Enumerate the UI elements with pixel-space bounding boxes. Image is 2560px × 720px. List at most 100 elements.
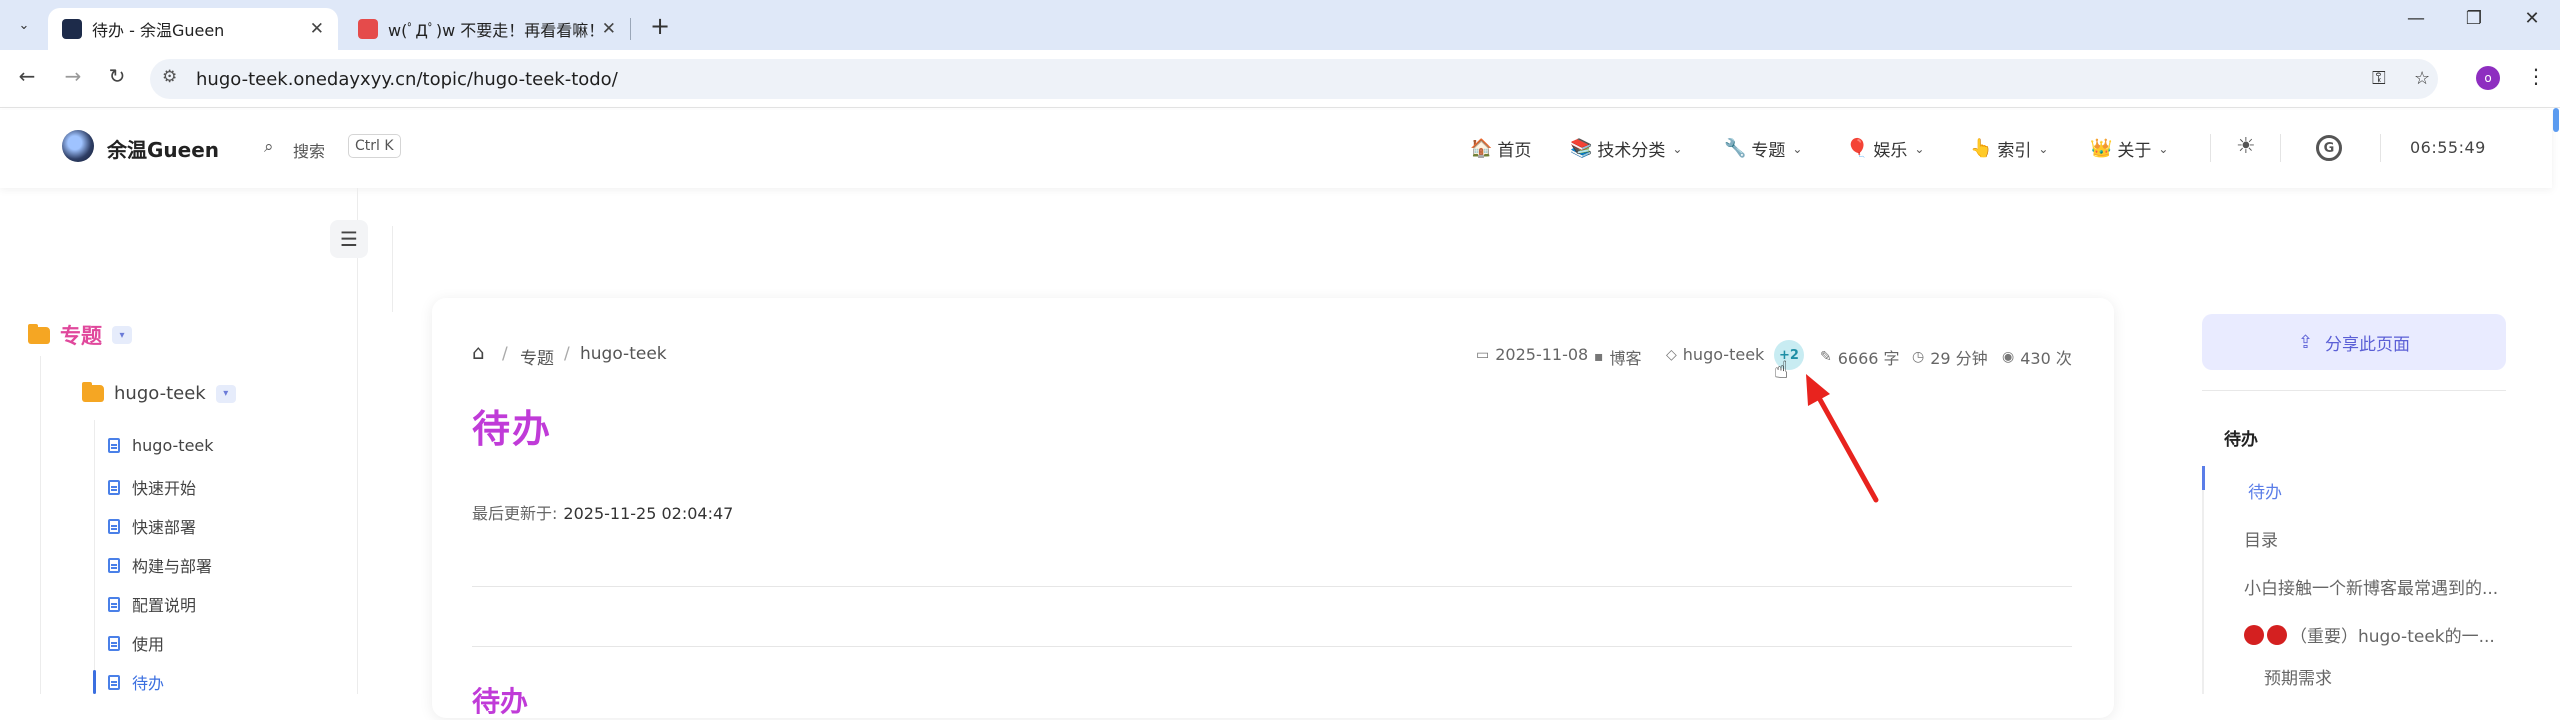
sidebar-item-todo[interactable]: 待办 <box>108 670 164 694</box>
menu-icon[interactable]: ⋮ <box>2526 64 2546 88</box>
nav-label: 首页 <box>1497 141 1532 161</box>
chevron-down-icon: ⌄ <box>1672 141 1683 156</box>
document-icon <box>108 557 120 573</box>
share-page-button[interactable]: ⇪ 分享此页面 <box>2202 314 2506 370</box>
chevron-down-icon: ⌄ <box>1792 141 1803 156</box>
meta-read-time: ◷ 29 分钟 <box>1912 349 1988 368</box>
close-window-button[interactable]: ✕ <box>2512 8 2552 29</box>
meta-date: ▭ 2025-11-08 <box>1476 345 1589 364</box>
tab-inactive[interactable]: w(ﾟДﾟ)w 不要走！再看看嘛！ ✕ <box>344 8 630 50</box>
page-scrollbar[interactable] <box>2553 108 2559 132</box>
folder-icon: ▪ <box>1594 349 1604 365</box>
breadcrumb-item[interactable]: 专题 <box>520 344 554 369</box>
theme-toggle-icon[interactable]: ☀ <box>2236 134 2256 159</box>
toc-item[interactable]: 预期需求 <box>2264 664 2332 689</box>
document-icon <box>108 635 120 651</box>
tag-icon: ◇ <box>1666 346 1677 363</box>
address-bar[interactable]: ⚙ hugo-teek.onedayxyy.cn/topic/hugo-teek… <box>150 59 2438 99</box>
toc-item[interactable]: 小白接触一个新博客最常遇到的... <box>2244 574 2502 599</box>
sidebar-item-quick-start[interactable]: 快速开始 <box>108 475 196 499</box>
folder-label: hugo-teek <box>114 383 206 404</box>
chevron-down-icon: ⌄ <box>2158 141 2169 156</box>
sidebar-folder-hugo-teek[interactable]: hugo-teek ▾ <box>82 382 236 404</box>
sidebar-item-hugo-teek[interactable]: hugo-teek <box>108 436 214 455</box>
tab-title: w(ﾟДﾟ)w 不要走！再看看嘛！ <box>388 21 594 40</box>
close-tab-icon[interactable]: ✕ <box>310 19 324 39</box>
chevron-down-icon: ⌄ <box>2038 141 2049 156</box>
sidebar-item-label: 使用 <box>132 635 165 654</box>
toc-item-important[interactable]: （重要）hugo-teek的一... <box>2244 622 2506 647</box>
sidebar-item-config[interactable]: 配置说明 <box>108 592 196 616</box>
pointing-hand-icon: 👆 <box>1970 138 1993 159</box>
hand-cursor-icon: ☝ <box>1774 356 1789 384</box>
document-icon <box>108 596 120 612</box>
search-shortcut: Ctrl K <box>348 134 401 158</box>
profile-avatar[interactable]: o <box>2476 66 2500 90</box>
clock: 06:55:49 <box>2410 138 2486 157</box>
nav-tech-categories[interactable]: 📚 技术分类 ⌄ <box>1570 136 1682 161</box>
chevron-down-icon[interactable]: ▾ <box>215 384 236 403</box>
search-icon[interactable]: ⌕ <box>264 137 274 157</box>
breadcrumb-separator: / <box>564 344 570 364</box>
tree-guide-line <box>40 356 41 694</box>
nav-home[interactable]: 🏠 首页 <box>1470 136 1531 161</box>
document-icon <box>108 438 120 453</box>
nav-topics[interactable]: 🔧 专题 ⌄ <box>1724 136 1802 161</box>
star-icon[interactable]: ☆ <box>2414 68 2430 89</box>
clock-icon: ◷ <box>1912 349 1925 365</box>
toc-item[interactable]: 待办 <box>2248 478 2282 503</box>
last-updated-label: 最后更新于: <box>472 504 558 523</box>
site-logo[interactable] <box>62 130 94 162</box>
key-icon[interactable]: ⚿ <box>2372 68 2386 89</box>
back-button[interactable]: ← <box>12 64 42 88</box>
edit-icon: ✎ <box>1820 349 1832 365</box>
sidebar-item-quick-deploy[interactable]: 快速部署 <box>108 514 196 538</box>
meta-category[interactable]: ▪ 博客 <box>1594 345 1642 369</box>
calendar-icon: ▭ <box>1476 346 1490 363</box>
search-button[interactable]: 搜索 <box>293 138 325 162</box>
meta-words: ✎ 6666 字 <box>1820 349 1900 368</box>
sidebar-item-label: 快速部署 <box>132 518 197 537</box>
minimize-button[interactable]: — <box>2396 8 2436 29</box>
site-name[interactable]: 余温Gueen <box>107 134 219 163</box>
sidebar-item-label: hugo-teek <box>132 436 214 455</box>
sidebar-item-usage[interactable]: 使用 <box>108 631 164 655</box>
divider <box>472 646 2072 647</box>
breadcrumb-item[interactable]: hugo-teek <box>580 344 667 364</box>
chevron-down-icon: ⌄ <box>18 17 30 33</box>
close-tab-icon[interactable]: ✕ <box>602 19 616 39</box>
tab-search-button[interactable]: ⌄ <box>10 12 38 38</box>
forward-button[interactable]: → <box>58 64 88 88</box>
folder-icon <box>82 382 104 402</box>
url-text[interactable]: hugo-teek.onedayxyy.cn/topic/hugo-teek-t… <box>196 69 618 90</box>
restore-button[interactable]: ❐ <box>2454 8 2494 29</box>
sidebar-item-build-deploy[interactable]: 构建与部署 <box>108 553 212 577</box>
site-info-icon[interactable]: ⚙ <box>162 67 177 87</box>
chevron-down-icon[interactable]: ▾ <box>112 326 132 344</box>
sidebar-folder-topics[interactable]: 专题 ▾ <box>28 320 132 350</box>
tools-icon: 🔧 <box>1724 138 1747 159</box>
toc-item[interactable]: 目录 <box>2244 526 2278 551</box>
red-circle-icon <box>2267 625 2287 645</box>
tab-divider <box>630 18 631 40</box>
share-icon: ⇪ <box>2297 331 2314 353</box>
tab-title: 待办 - 余温Gueen <box>92 21 225 40</box>
document-icon <box>108 674 120 690</box>
toc-title: 待办 <box>2224 430 2258 450</box>
home-icon: 🏠 <box>1470 138 1493 159</box>
nav-about[interactable]: 👑 关于 ⌄ <box>2090 136 2168 161</box>
reload-button[interactable]: ↻ <box>102 64 132 88</box>
sidebar-item-label: 待办 <box>132 674 165 693</box>
sidebar-toggle-button[interactable]: ☰ <box>330 220 368 258</box>
nav-label: 专题 <box>1751 141 1786 161</box>
nav-index[interactable]: 👆 索引 ⌄ <box>1970 136 2048 161</box>
github-icon[interactable]: G <box>2316 135 2342 161</box>
nav-entertainment[interactable]: 🎈 娱乐 ⌄ <box>1846 136 1924 161</box>
meta-tag[interactable]: ◇ hugo-teek <box>1666 345 1764 364</box>
meta-views: ◉ 430 次 <box>2002 349 2072 368</box>
new-tab-button[interactable]: + <box>650 12 670 40</box>
tab-active[interactable]: 待办 - 余温Gueen ✕ <box>48 8 338 50</box>
eye-icon: ◉ <box>2002 349 2015 365</box>
nav-label: 技术分类 <box>1597 141 1666 161</box>
home-icon[interactable]: ⌂ <box>472 340 485 364</box>
